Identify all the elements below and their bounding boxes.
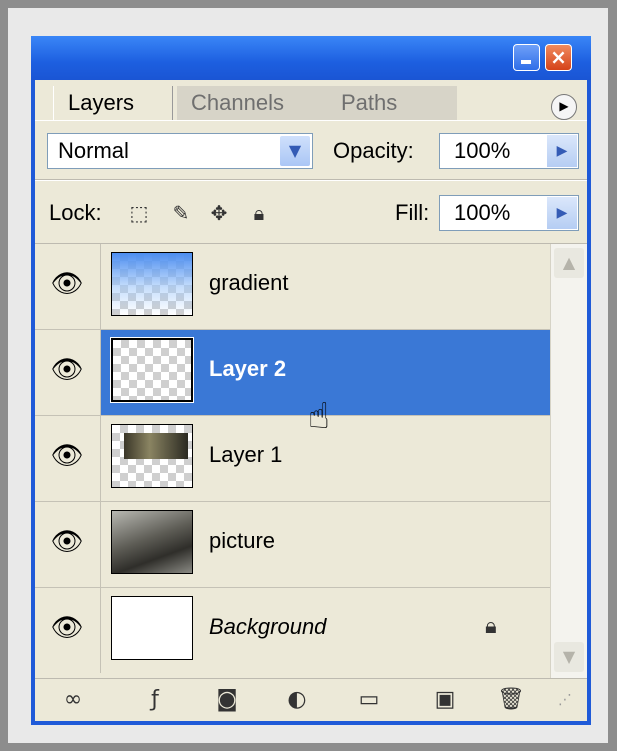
layer-thumbnail bbox=[111, 510, 193, 574]
new-layer-icon[interactable]: ▣ bbox=[429, 685, 461, 715]
blend-options-row: Normal ▼ Opacity: 100% ▶ bbox=[35, 120, 587, 180]
layer-name[interactable]: picture bbox=[209, 528, 275, 554]
layer-row-layer-2[interactable]: 👁︎ Layer 2 bbox=[35, 330, 550, 416]
layer-thumbnail bbox=[110, 337, 194, 403]
layer-name[interactable]: Layer 1 bbox=[209, 442, 282, 468]
fill-field[interactable]: 100% ▶ bbox=[439, 195, 579, 231]
opacity-slider-arrow-icon[interactable]: ▶ bbox=[547, 135, 577, 167]
layer-thumbnail bbox=[111, 424, 193, 488]
tab-paths[interactable]: Paths bbox=[327, 86, 457, 120]
link-layers-icon[interactable]: ∞ bbox=[57, 685, 89, 715]
visibility-cell[interactable]: 👁︎ bbox=[35, 330, 101, 415]
layer-thumbnail bbox=[111, 596, 193, 660]
layers-bottom-toolbar: ∞ ƒ ◙ ◐ ▭ ▣ 🗑︎ ⋰ bbox=[35, 678, 587, 721]
visibility-cell[interactable]: 👁︎ bbox=[35, 588, 101, 673]
blend-mode-select[interactable]: Normal ▼ bbox=[47, 133, 313, 169]
close-button[interactable]: × bbox=[545, 44, 572, 71]
minimize-button[interactable] bbox=[513, 44, 540, 71]
layer-name-area[interactable]: gradient bbox=[101, 244, 550, 329]
fill-label: Fill: bbox=[395, 200, 430, 225]
layer-name[interactable]: gradient bbox=[209, 270, 289, 296]
add-mask-icon[interactable]: ◙ bbox=[211, 685, 243, 715]
layer-name[interactable]: Background bbox=[209, 614, 326, 640]
layer-row-picture[interactable]: 👁︎ picture bbox=[35, 502, 550, 588]
lock-all-icon[interactable]: 🔒︎ bbox=[247, 201, 271, 225]
layer-name-area[interactable]: picture bbox=[101, 502, 550, 587]
opacity-value: 100% bbox=[454, 138, 511, 163]
layers-scrollbar[interactable]: ▲ ▼ bbox=[550, 244, 587, 678]
palette-menu-button[interactable]: ▶ bbox=[551, 94, 577, 120]
tab-bar: Paths Channels Layers ▶ bbox=[35, 80, 587, 120]
lock-position-icon[interactable]: ✥ bbox=[207, 201, 231, 225]
layer-name-area[interactable]: Background 🔒︎ bbox=[101, 588, 550, 673]
layers-palette-window: × Paths Channels Layers ▶ Normal ▼ Opaci… bbox=[31, 36, 591, 725]
resize-grip-icon[interactable]: ⋰ bbox=[549, 685, 581, 715]
eye-icon[interactable]: 👁︎ bbox=[45, 520, 89, 564]
layer-row-gradient[interactable]: 👁︎ gradient bbox=[35, 244, 550, 330]
layers-list: 👁︎ gradient 👁︎ Layer 2 👁︎ Layer 1 👁︎ pic… bbox=[35, 244, 550, 678]
layer-thumbnail bbox=[111, 252, 193, 316]
thumbnail-content bbox=[124, 433, 188, 459]
visibility-cell[interactable]: 👁︎ bbox=[35, 502, 101, 587]
lock-label: Lock: bbox=[49, 200, 102, 225]
tab-channels[interactable]: Channels bbox=[177, 86, 327, 120]
scroll-up-icon[interactable]: ▲ bbox=[554, 248, 584, 278]
scroll-down-icon[interactable]: ▼ bbox=[554, 642, 584, 672]
layer-name[interactable]: Layer 2 bbox=[209, 356, 286, 382]
layer-row-background[interactable]: 👁︎ Background 🔒︎ bbox=[35, 588, 550, 674]
lock-icon: 🔒︎ bbox=[485, 614, 497, 639]
lock-transparency-icon[interactable]: ⬚ bbox=[127, 201, 151, 225]
lock-row: Lock: ⬚ ✎ ✥ 🔒︎ Fill: 100% ▶ bbox=[35, 180, 587, 244]
adjustment-layer-icon[interactable]: ◐ bbox=[281, 685, 313, 715]
opacity-field[interactable]: 100% ▶ bbox=[439, 133, 579, 169]
blend-mode-value: Normal bbox=[58, 138, 129, 163]
new-group-icon[interactable]: ▭ bbox=[353, 685, 385, 715]
chevron-down-icon[interactable]: ▼ bbox=[280, 136, 310, 166]
opacity-label: Opacity: bbox=[333, 138, 414, 163]
lock-image-pixels-icon[interactable]: ✎ bbox=[169, 201, 193, 225]
eye-icon[interactable]: 👁︎ bbox=[45, 434, 89, 478]
layer-style-icon[interactable]: ƒ bbox=[139, 685, 171, 715]
visibility-cell[interactable]: 👁︎ bbox=[35, 416, 101, 501]
eye-icon[interactable]: 👁︎ bbox=[45, 262, 89, 306]
tab-layers[interactable]: Layers bbox=[53, 86, 173, 120]
fill-slider-arrow-icon[interactable]: ▶ bbox=[547, 197, 577, 229]
visibility-cell[interactable]: 👁︎ bbox=[35, 244, 101, 329]
hand-cursor-icon: ☝︎ bbox=[308, 396, 330, 437]
fill-value: 100% bbox=[454, 200, 511, 225]
titlebar[interactable]: × bbox=[31, 36, 591, 80]
eye-icon[interactable]: 👁︎ bbox=[45, 606, 89, 650]
trash-icon[interactable]: 🗑︎ bbox=[495, 685, 527, 715]
layer-row-layer-1[interactable]: 👁︎ Layer 1 bbox=[35, 416, 550, 502]
eye-icon[interactable]: 👁︎ bbox=[45, 348, 89, 392]
